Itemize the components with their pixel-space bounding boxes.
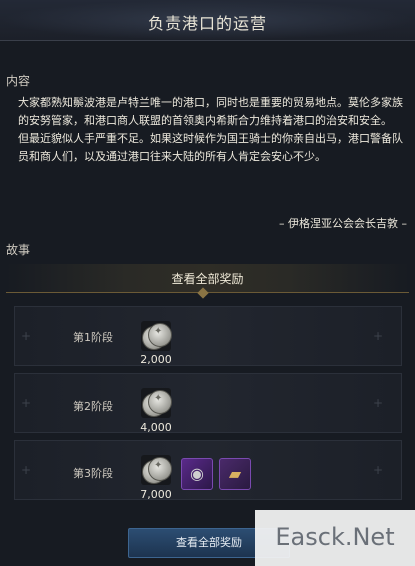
stage-label: 第3阶段 bbox=[73, 467, 113, 480]
rewards-header-label: 查看全部奖励 bbox=[171, 272, 244, 286]
watermark-text: Easck.Net bbox=[275, 523, 395, 551]
watermark: Easck.Net bbox=[255, 510, 415, 566]
page-title: 负责港口的运营 bbox=[147, 14, 267, 33]
content-section-label: 内容 bbox=[6, 74, 31, 88]
reward-amount: 4,000 bbox=[140, 421, 172, 434]
decor-cross-icon: + bbox=[21, 329, 32, 343]
description-paragraph-1: 大家都熟知鬃波港是卢特兰唯一的港口，同时也是重要的贸易地点。莫伦多家族的安努管家… bbox=[18, 96, 403, 127]
silver-coin-icon[interactable] bbox=[141, 388, 172, 418]
reward-amount: 7,000 bbox=[140, 488, 172, 501]
reward-stage-2: + + 第2阶段 4,000 bbox=[14, 373, 402, 434]
quest-description: 大家都熟知鬃波港是卢特兰唯一的港口，同时也是重要的贸易地点。莫伦多家族的安努管家… bbox=[18, 94, 410, 166]
stage-label: 第1阶段 bbox=[73, 331, 113, 344]
decor-cross-icon: + bbox=[21, 396, 32, 410]
description-paragraph-2: 但最近貌似人手严重不足。如果这时候作为国王骑士的你亲自出马，港口警备队员和商人们… bbox=[18, 132, 403, 163]
orb-item-icon[interactable]: ◉ bbox=[181, 458, 213, 490]
title-bar: 负责港口的运营 bbox=[0, 0, 415, 41]
decor-cross-icon: + bbox=[372, 396, 383, 410]
silver-coin-icon[interactable] bbox=[141, 455, 172, 485]
story-section-label: 故事 bbox=[6, 243, 31, 257]
decor-cross-icon: + bbox=[372, 329, 383, 343]
rewards-header[interactable]: 查看全部奖励 bbox=[6, 264, 409, 293]
decor-cross-icon: + bbox=[372, 463, 383, 477]
stage-label: 第2阶段 bbox=[73, 400, 113, 413]
reward-amount: 2,000 bbox=[140, 353, 172, 366]
reward-stage-1: + + 第1阶段 2,000 bbox=[14, 306, 402, 366]
quest-signature: – 伊格涅亚公会会长吉敦 – bbox=[279, 217, 407, 230]
reward-stage-3: + + 第3阶段 7,000 ◉ ▰ bbox=[14, 440, 402, 501]
decor-cross-icon: + bbox=[21, 463, 32, 477]
silver-coin-icon[interactable] bbox=[141, 321, 172, 351]
map-item-icon[interactable]: ▰ bbox=[219, 458, 251, 490]
